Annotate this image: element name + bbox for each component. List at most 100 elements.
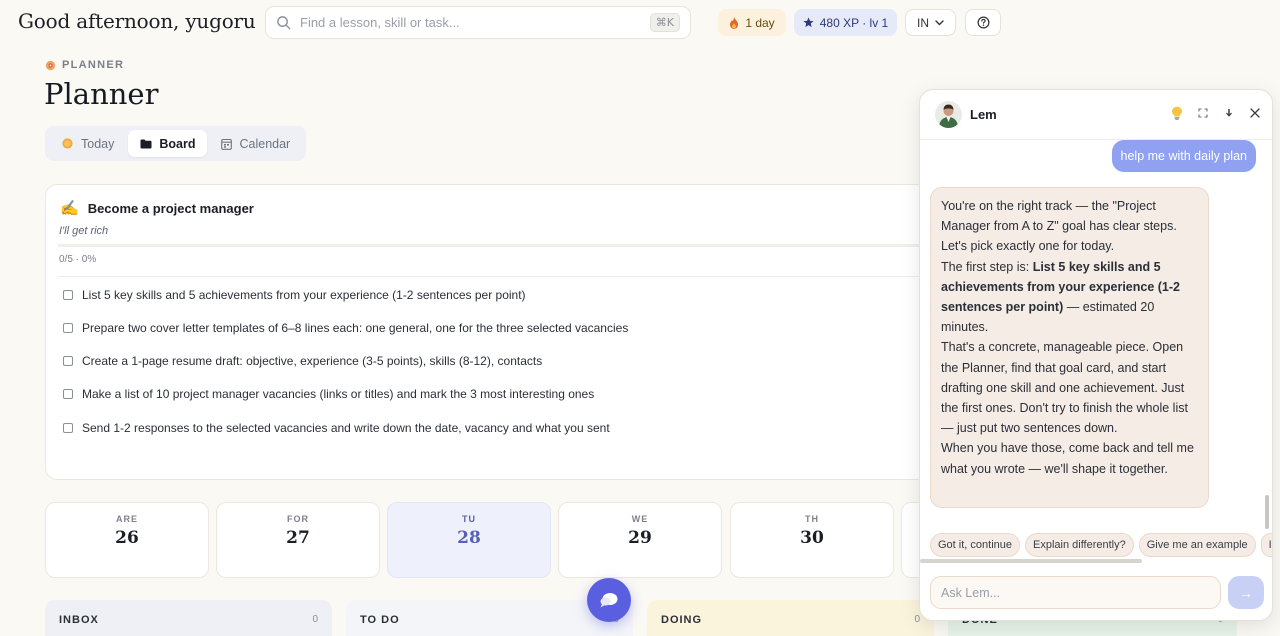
search-bar[interactable]: ⌘K bbox=[265, 6, 691, 39]
goal-progress-label: 0/5 · 0% bbox=[59, 254, 97, 265]
column-doing[interactable]: DOING 0 bbox=[647, 600, 934, 636]
sun-icon bbox=[62, 138, 73, 149]
day-card[interactable]: TH 30 bbox=[730, 502, 894, 578]
language-label: IN bbox=[917, 15, 929, 30]
writing-hand-icon: ✍️ bbox=[60, 200, 79, 217]
assistant-paragraph: When you have those, come back and tell … bbox=[941, 441, 1194, 476]
chat-input[interactable] bbox=[941, 585, 1210, 600]
expand-icon[interactable] bbox=[1196, 106, 1210, 120]
assistant-paragraph: The first step is: List 5 key skills and… bbox=[941, 257, 1198, 338]
goal-title: Become a project manager bbox=[87, 200, 254, 216]
xp-label: 480 XP · lv 1 bbox=[819, 15, 889, 30]
day-name: WE bbox=[631, 514, 649, 524]
goal-subtitle: I'll get rich bbox=[59, 225, 109, 237]
chat-panel: Lem help me with daily plan You're on th… bbox=[919, 89, 1273, 621]
chat-bubble-icon bbox=[600, 593, 618, 608]
lightbulb-icon[interactable] bbox=[1170, 106, 1184, 120]
day-number: 30 bbox=[800, 528, 824, 548]
minimize-icon[interactable] bbox=[1222, 106, 1236, 120]
flame-icon bbox=[730, 16, 739, 29]
column-title: INBOX bbox=[59, 614, 99, 626]
task-item[interactable]: Make a list of 10 project manager vacanc… bbox=[63, 387, 594, 401]
task-checkbox[interactable] bbox=[63, 323, 73, 333]
day-number: 26 bbox=[115, 528, 139, 548]
tab-board[interactable]: Board bbox=[128, 130, 208, 157]
day-name: FOR bbox=[287, 514, 309, 524]
chat-header: Lem bbox=[920, 90, 1272, 140]
help-button[interactable] bbox=[965, 9, 1001, 36]
day-card[interactable]: FOR 27 bbox=[216, 502, 380, 578]
streak-label: 1 day bbox=[745, 15, 775, 30]
assistant-text: The first step is: bbox=[941, 259, 1033, 274]
tab-calendar[interactable]: Calendar bbox=[209, 130, 302, 157]
quick-replies-scrollbar[interactable] bbox=[920, 559, 1142, 563]
search-icon bbox=[277, 16, 291, 30]
task-label: Create a 1-page resume draft: objective,… bbox=[82, 354, 543, 368]
chevron-down-icon bbox=[935, 19, 944, 25]
column-inbox[interactable]: INBOX 0 bbox=[45, 600, 332, 636]
quick-replies: Got it, continue Explain differently? Gi… bbox=[930, 533, 1272, 557]
day-card[interactable]: WE 29 bbox=[558, 502, 722, 578]
day-name: ARE bbox=[115, 514, 138, 524]
task-item[interactable]: Send 1-2 responses to the selected vacan… bbox=[63, 421, 610, 435]
send-button[interactable]: → bbox=[1228, 576, 1264, 609]
view-tabs: Today Board Calendar bbox=[45, 126, 306, 161]
task-checkbox[interactable] bbox=[63, 389, 73, 399]
chat-scrollbar[interactable] bbox=[1265, 495, 1269, 529]
task-checkbox[interactable] bbox=[63, 290, 73, 300]
day-name: TU bbox=[462, 514, 476, 524]
task-label: List 5 key skills and 5 achievements fro… bbox=[82, 288, 526, 302]
task-checkbox[interactable] bbox=[63, 356, 73, 366]
tab-board-label: Board bbox=[159, 136, 196, 151]
star-icon bbox=[803, 17, 814, 28]
assistant-paragraph: You're on the right track — the "Project… bbox=[941, 199, 1177, 254]
quick-reply-chip[interactable]: Got it, continue bbox=[930, 533, 1020, 557]
folder-icon bbox=[140, 139, 152, 148]
column-title: DOING bbox=[661, 614, 703, 626]
close-icon[interactable] bbox=[1248, 106, 1262, 120]
chat-header-actions bbox=[1170, 106, 1262, 120]
task-label: Send 1-2 responses to the selected vacan… bbox=[82, 421, 610, 435]
streak-badge[interactable]: 1 day bbox=[718, 9, 786, 36]
quick-reply-chip[interactable]: Explain differently? bbox=[1025, 533, 1134, 557]
help-icon bbox=[977, 16, 989, 29]
day-number: 28 bbox=[457, 528, 481, 548]
quick-reply-chip[interactable]: Give me an example bbox=[1138, 533, 1256, 557]
greeting: Good afternoon, yugoru bbox=[18, 9, 256, 33]
column-count: 0 bbox=[312, 614, 318, 625]
planner-icon bbox=[45, 60, 56, 70]
day-card[interactable]: ARE 26 bbox=[45, 502, 209, 578]
quick-reply-chip[interactable]: I bbox=[1260, 533, 1272, 557]
task-item[interactable]: Create a 1-page resume draft: objective,… bbox=[63, 354, 542, 368]
chat-agent-name: Lem bbox=[970, 107, 997, 122]
language-select[interactable]: IN bbox=[905, 9, 956, 36]
column-title: TO DO bbox=[360, 614, 400, 626]
task-checkbox[interactable] bbox=[63, 423, 73, 433]
day-number: 29 bbox=[628, 528, 652, 548]
xp-badge[interactable]: 480 XP · lv 1 bbox=[794, 9, 897, 36]
column-count: 0 bbox=[914, 614, 920, 625]
chat-input-box[interactable] bbox=[930, 576, 1221, 609]
calendar-icon bbox=[221, 138, 233, 150]
avatar bbox=[935, 101, 962, 128]
assistant-paragraph: That's a concrete, manageable piece. Ope… bbox=[941, 340, 1188, 436]
search-shortcut: ⌘K bbox=[649, 13, 680, 32]
goal-card[interactable]: ✍️ Become a project manager I'll get ric… bbox=[45, 184, 945, 480]
task-item[interactable]: Prepare two cover letter templates of 6–… bbox=[63, 321, 628, 335]
goal-progress-bar bbox=[58, 244, 944, 247]
tab-today[interactable]: Today bbox=[49, 130, 126, 157]
chat-fab-button[interactable] bbox=[587, 578, 631, 622]
divider bbox=[58, 276, 944, 277]
day-name: TH bbox=[805, 514, 819, 524]
day-number: 27 bbox=[286, 528, 310, 548]
breadcrumb: PLANNER bbox=[45, 59, 124, 71]
page-title: Planner bbox=[44, 77, 159, 111]
tab-calendar-label: Calendar bbox=[239, 136, 291, 151]
search-input[interactable] bbox=[300, 15, 650, 30]
task-item[interactable]: List 5 key skills and 5 achievements fro… bbox=[63, 288, 526, 302]
arrow-right-icon: → bbox=[1239, 584, 1253, 601]
task-label: Make a list of 10 project manager vacanc… bbox=[82, 387, 595, 401]
tab-today-label: Today bbox=[81, 136, 115, 151]
assistant-message: You're on the right track — the "Project… bbox=[930, 187, 1209, 508]
day-card-selected[interactable]: TU 28 bbox=[387, 502, 551, 578]
